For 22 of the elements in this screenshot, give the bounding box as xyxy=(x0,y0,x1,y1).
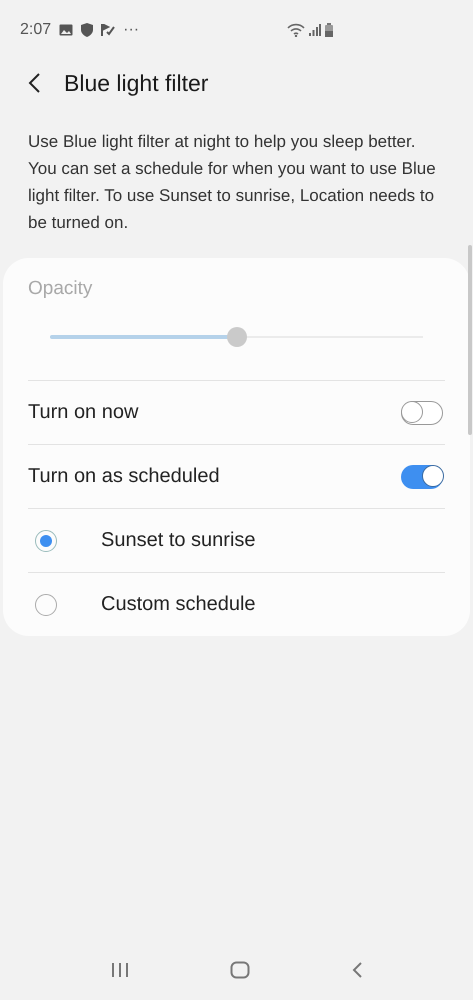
toggle-switch[interactable] xyxy=(401,400,443,424)
status-time: 2:07 xyxy=(20,21,52,39)
description: Use Blue light filter at night to help you sleep better. You can set a schedule for when you want to use Blue light filter. To use Sunset to sunrise, Location needs to be turned on. xyxy=(28,131,437,234)
flag-check-icon xyxy=(101,24,116,36)
recent-apps-icon[interactable] xyxy=(110,962,128,978)
wifi-icon xyxy=(287,23,305,37)
image-icon xyxy=(59,24,74,36)
option-label: Custom schedule xyxy=(101,593,257,616)
option-label: Sunset to sunrise xyxy=(101,529,257,552)
radio-button[interactable] xyxy=(35,530,57,552)
back-icon[interactable] xyxy=(28,72,42,94)
signal-icon xyxy=(309,24,321,36)
battery-icon xyxy=(325,23,333,37)
opacity-label: Opacity xyxy=(28,277,94,300)
toggle-switch[interactable] xyxy=(401,464,443,488)
more-notifications: ··· xyxy=(123,21,140,39)
switch-label: Turn on as scheduled xyxy=(28,465,221,488)
switch-label: Turn on now xyxy=(28,401,140,424)
radio-button[interactable] xyxy=(35,594,57,616)
page-title: Blue light filter xyxy=(64,70,208,96)
shield-icon xyxy=(81,23,94,37)
home-icon[interactable] xyxy=(230,961,250,979)
